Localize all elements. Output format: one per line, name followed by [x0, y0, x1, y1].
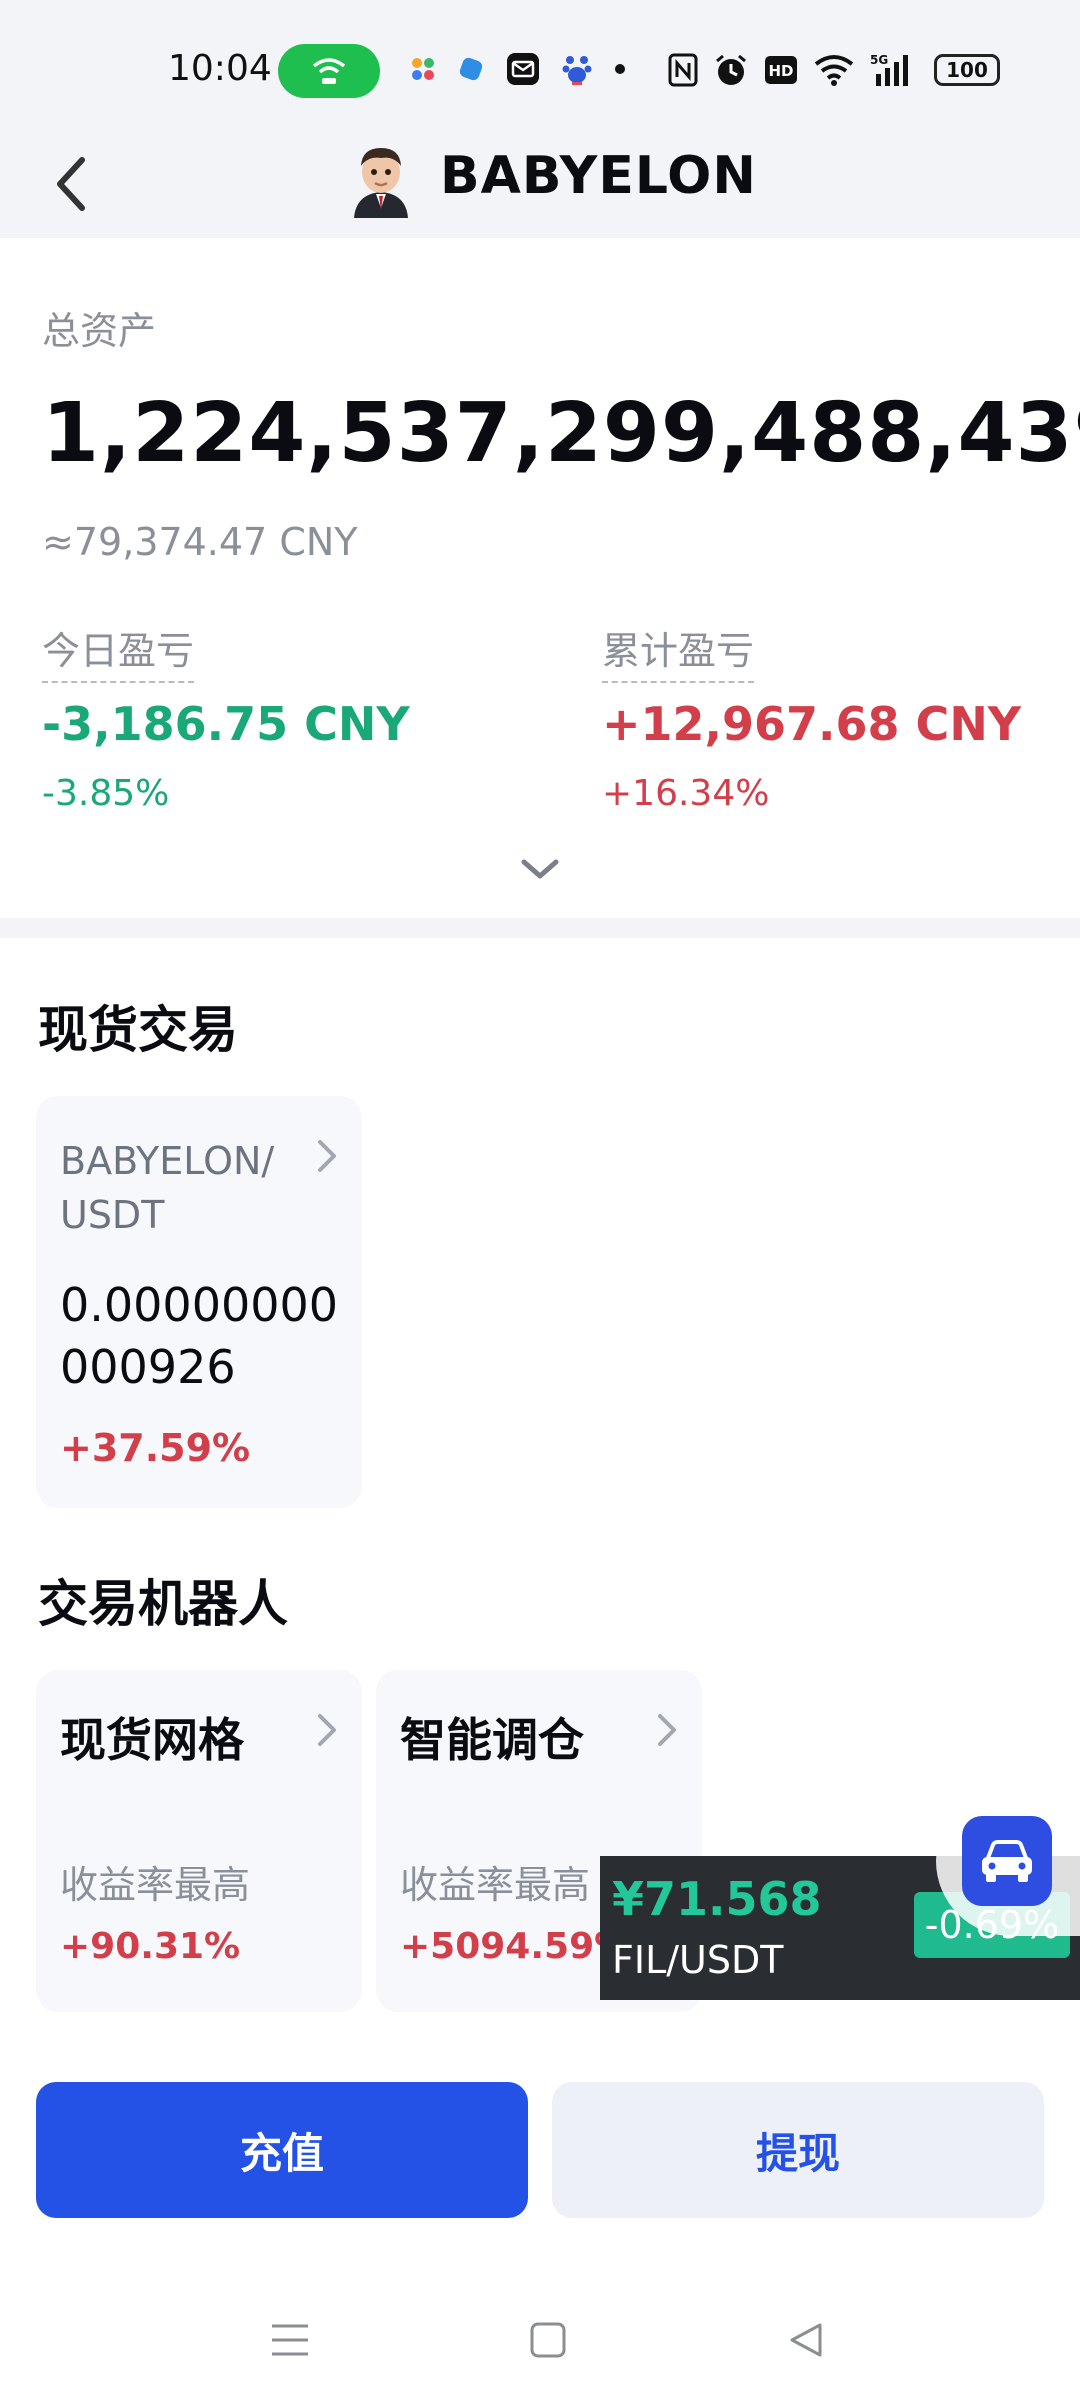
- spot-pair-change: +37.59%: [60, 1426, 251, 1470]
- floating-action-button[interactable]: [962, 1816, 1052, 1906]
- deposit-button[interactable]: 充值: [36, 2082, 528, 2218]
- today-pnl-label[interactable]: 今日盈亏: [42, 620, 195, 683]
- status-bar: 10:04 HD 5G 100: [0, 0, 1080, 140]
- floating-widget: [936, 1786, 1080, 1936]
- spot-trading-title: 现货交易: [38, 1001, 238, 1059]
- cumulative-pnl: 累计盈亏 +12,967.68 CNY +16.34%: [602, 620, 1021, 814]
- cumulative-pnl-value: +12,967.68 CNY: [602, 697, 1022, 751]
- total-assets-approx: ≈79,374.47 CNY: [42, 520, 358, 564]
- total-assets-label: 总资产: [42, 309, 157, 353]
- bot-return-value: +5094.59%: [400, 1926, 631, 1967]
- hotspot-pill[interactable]: [278, 44, 380, 98]
- mail-icon: [507, 53, 539, 85]
- today-pnl: 今日盈亏 -3,186.75 CNY -3.85%: [42, 620, 410, 814]
- baidu-icon: [562, 56, 592, 85]
- bot-return-value: +90.31%: [60, 1926, 241, 1967]
- ticker-pair: FIL/USDT: [612, 1938, 784, 1982]
- menu-icon: [272, 2324, 308, 2356]
- bot-name: 智能调仓: [400, 1713, 584, 1767]
- spot-pair-price: 0.00000000000926: [60, 1278, 339, 1394]
- chevron-left-icon: [57, 157, 85, 211]
- hotspot-icon: [312, 58, 346, 84]
- cumulative-pnl-percent: +16.34%: [602, 773, 770, 814]
- app-icon: [459, 57, 483, 81]
- withdraw-button[interactable]: 提现: [552, 2082, 1044, 2218]
- spot-pair-line2: USDT: [60, 1193, 165, 1237]
- car-icon: [982, 1840, 1032, 1882]
- top-area: 10:04 HD 5G 100 BABYELON: [0, 0, 1080, 238]
- chevron-right-icon: [658, 1714, 676, 1746]
- alarm-icon: [716, 54, 746, 85]
- system-icons: HD 5G 100: [668, 52, 1000, 88]
- token-avatar: [354, 148, 408, 218]
- cumulative-pnl-label[interactable]: 累计盈亏: [602, 620, 755, 683]
- spot-pair-name: BABYELON/ USDT: [60, 1134, 310, 1242]
- svg-text:5G: 5G: [870, 53, 888, 67]
- chevron-down-icon: [521, 859, 559, 879]
- home-square-icon: [530, 2322, 566, 2358]
- back-triangle-icon: [790, 2323, 822, 2357]
- spot-pair-line1: BABYELON/: [60, 1139, 275, 1183]
- today-pnl-percent: -3.85%: [42, 773, 170, 814]
- dot-icon: [615, 64, 625, 74]
- nav-back-button[interactable]: [776, 2310, 836, 2370]
- hd-icon: HD: [765, 56, 797, 84]
- wifi-icon: [814, 55, 854, 86]
- total-assets-value: 1,224,537,299,488,439: [42, 386, 1080, 481]
- today-pnl-value: -3,186.75 CNY: [42, 697, 410, 751]
- notification-icons: [410, 52, 626, 86]
- system-nav-bar: [0, 2280, 1080, 2400]
- back-button[interactable]: [40, 144, 100, 224]
- battery-icon: 100: [934, 54, 1000, 86]
- bot-name: 现货网格: [60, 1713, 244, 1767]
- bot-return-label: 收益率最高: [400, 1863, 591, 1907]
- spot-pair-card[interactable]: BABYELON/ USDT 0.00000000000926 +37.59%: [36, 1096, 362, 1508]
- svg-text:HD: HD: [768, 62, 793, 80]
- trading-bots-title: 交易机器人: [38, 1575, 288, 1633]
- nav-home-button[interactable]: [518, 2310, 578, 2370]
- page-header: BABYELON: [0, 130, 1080, 238]
- chevron-right-icon: [318, 1140, 336, 1172]
- bot-card-spot-grid[interactable]: 现货网格 收益率最高 +90.31%: [36, 1670, 362, 2012]
- assets-overview: 总资产 1,224,537,299,488,439 ≈79,374.47 CNY…: [0, 238, 1080, 918]
- app-icon: [412, 58, 434, 80]
- nfc-icon: [668, 53, 698, 87]
- bot-return-label: 收益率最高: [60, 1863, 251, 1907]
- nav-menu-button[interactable]: [260, 2310, 320, 2370]
- page-title: BABYELON: [440, 146, 757, 206]
- ticker-price: ¥71.568: [612, 1872, 822, 1926]
- chevron-right-icon: [318, 1714, 336, 1746]
- expand-button[interactable]: [516, 850, 564, 890]
- status-time: 10:04: [168, 48, 272, 89]
- signal-5g-icon: 5G: [870, 53, 908, 86]
- section-divider: [0, 918, 1080, 938]
